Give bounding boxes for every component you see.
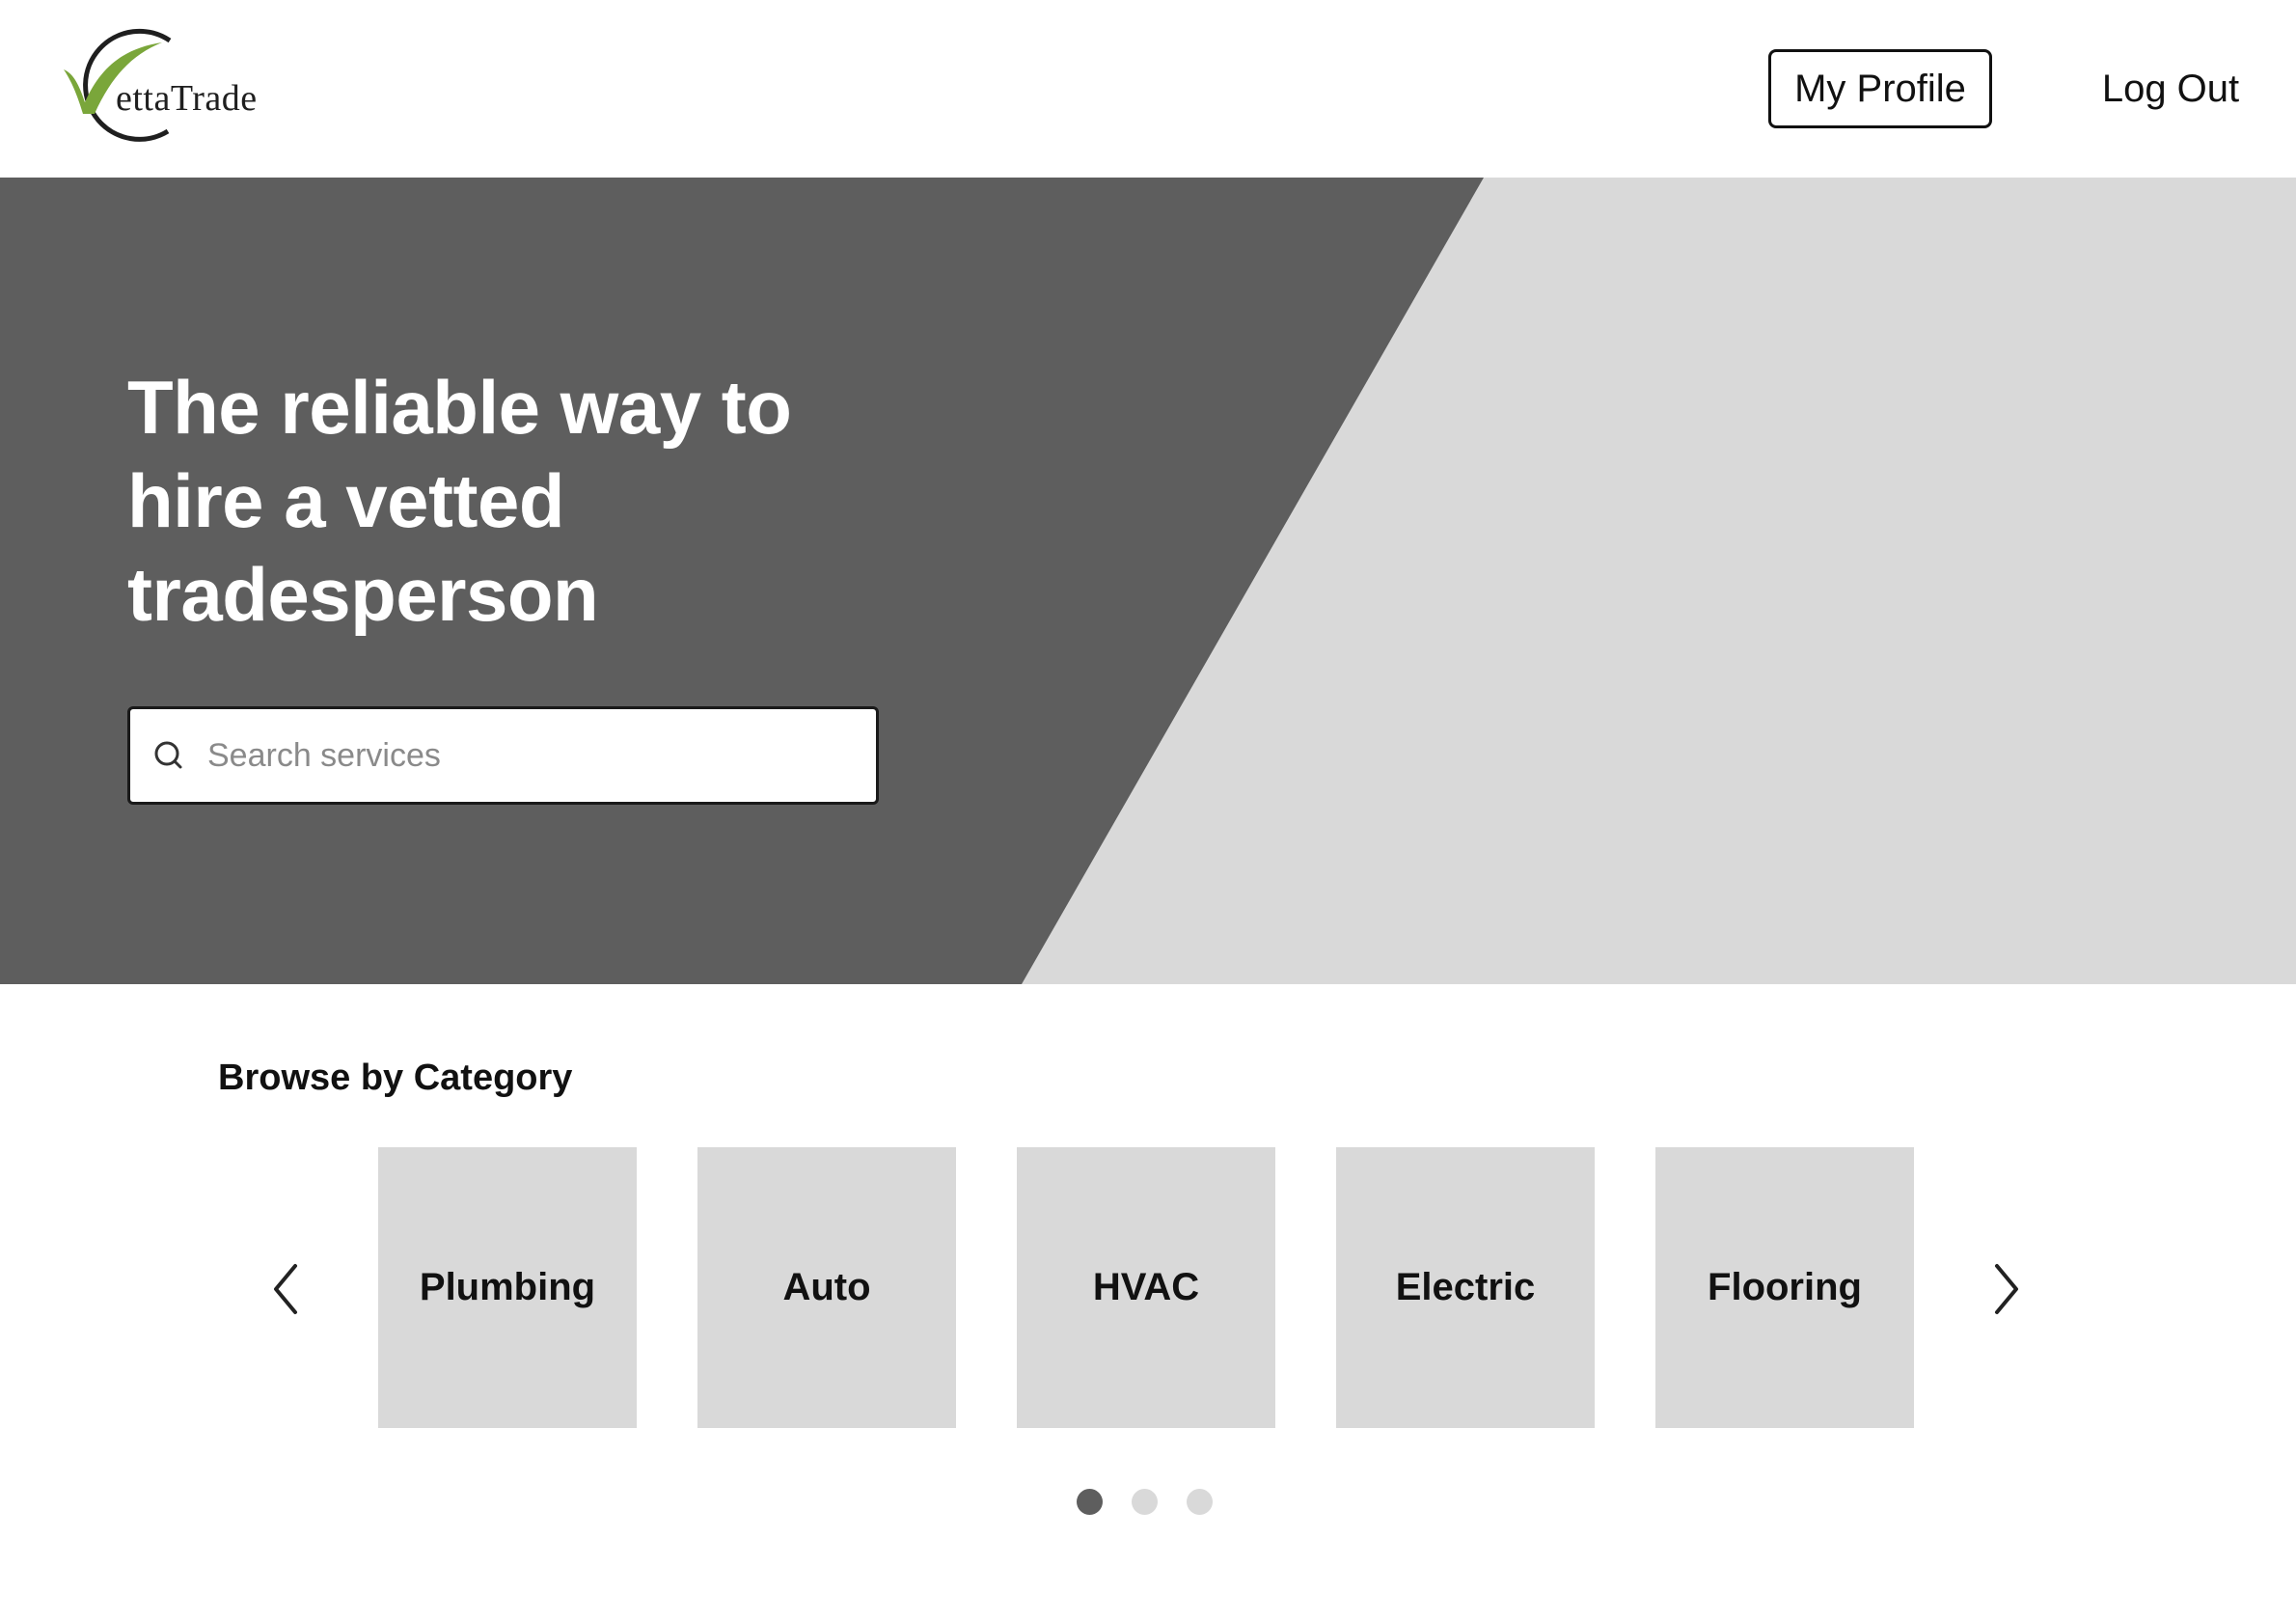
site-header: ettaTrade My Profile Log Out	[0, 0, 2296, 178]
category-card-hvac[interactable]: HVAC	[1017, 1147, 1275, 1428]
chevron-right-icon	[1995, 1264, 2018, 1314]
category-card-auto[interactable]: Auto	[697, 1147, 956, 1428]
log-out-link[interactable]: Log Out	[2084, 49, 2257, 128]
hero-title: The reliable way to hire a vetted trades…	[127, 365, 792, 637]
chevron-left-icon	[274, 1264, 297, 1314]
section-title: Browse by Category	[218, 1058, 573, 1098]
search-icon	[151, 738, 186, 773]
pagination-dot-3[interactable]	[1187, 1489, 1213, 1515]
carousel-next-button[interactable]	[1978, 1258, 2036, 1320]
my-profile-button[interactable]: My Profile	[1768, 49, 1992, 128]
hero-banner: The reliable way to hire a vetted trades…	[0, 178, 2296, 984]
category-label: Auto	[782, 1266, 871, 1308]
carousel-pagination	[1077, 1489, 1213, 1515]
carousel-prev-button[interactable]	[257, 1258, 314, 1320]
category-card-electric[interactable]: Electric	[1336, 1147, 1595, 1428]
category-label: Plumbing	[419, 1266, 596, 1308]
category-carousel: Plumbing Auto HVAC Electric Flooring	[378, 1147, 1914, 1428]
category-label: Flooring	[1708, 1266, 1862, 1308]
pagination-dot-2[interactable]	[1132, 1489, 1158, 1515]
category-label: Electric	[1395, 1266, 1536, 1308]
category-card-plumbing[interactable]: Plumbing	[378, 1147, 637, 1428]
brand-logo[interactable]: ettaTrade	[54, 25, 286, 152]
search-input[interactable]	[207, 727, 863, 784]
category-card-flooring[interactable]: Flooring	[1655, 1147, 1914, 1428]
category-label: HVAC	[1092, 1266, 1200, 1308]
search-bar[interactable]	[127, 706, 879, 805]
brand-logo-text: ettaTrade	[116, 78, 258, 119]
pagination-dot-1[interactable]	[1077, 1489, 1103, 1515]
